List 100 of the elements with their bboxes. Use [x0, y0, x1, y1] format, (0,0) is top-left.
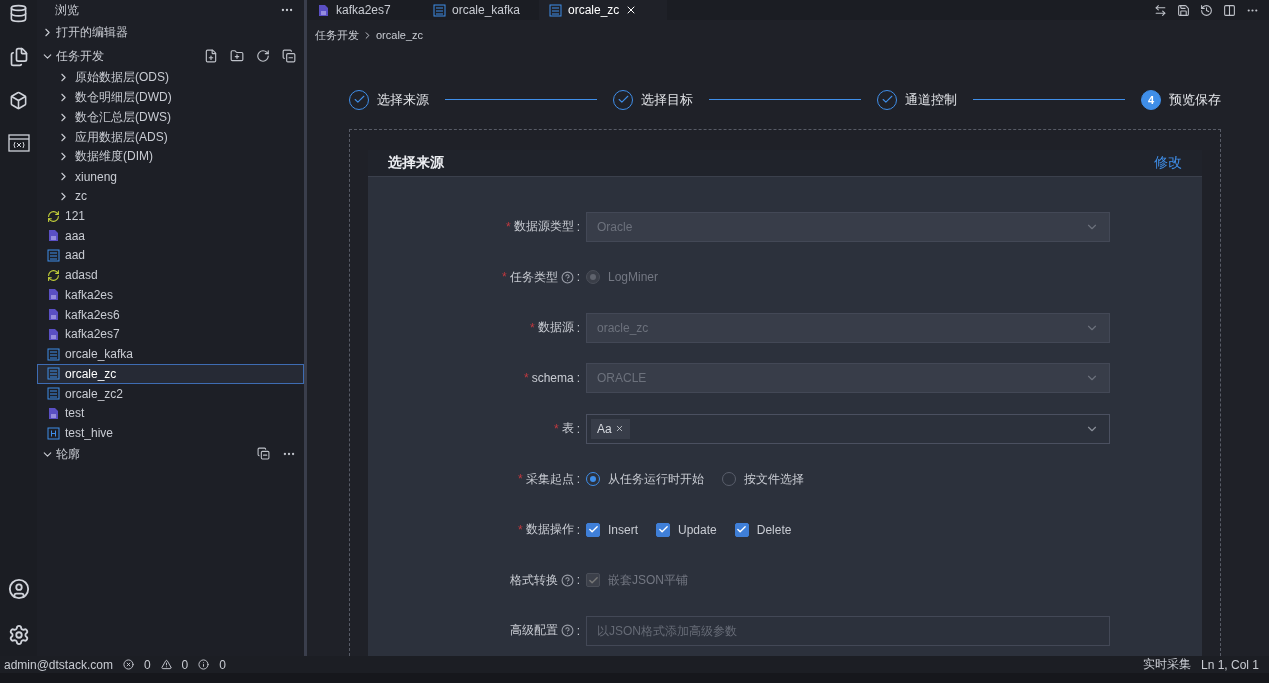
required-mark: *: [518, 472, 523, 487]
field-label: 格式转换: [509, 571, 558, 589]
tree-item[interactable]: orcale_kafka: [37, 344, 304, 364]
file-icon: [47, 367, 60, 381]
help-icon[interactable]: [560, 573, 574, 587]
settings-icon[interactable]: [7, 624, 30, 646]
radio-icon[interactable]: [586, 472, 600, 487]
remove-icon[interactable]: [614, 424, 624, 434]
checkbox-icon[interactable]: [586, 522, 600, 537]
field-label: 表: [561, 420, 574, 438]
tree-item[interactable]: adasd: [37, 265, 304, 286]
required-mark: *: [506, 219, 511, 234]
field-label: 任务类型: [509, 268, 558, 286]
file-icon: [317, 3, 330, 17]
step-indicator: 4: [1141, 89, 1161, 110]
step-label: 选择目标: [641, 90, 693, 109]
save-icon[interactable]: [1177, 3, 1190, 17]
tree-item[interactable]: 121: [37, 206, 304, 226]
label-colon: :: [576, 623, 580, 638]
tree-item[interactable]: kafka2es6: [37, 304, 304, 325]
label-colon: :: [576, 219, 580, 234]
step-label: 选择来源: [377, 90, 429, 109]
tree-item[interactable]: test_hive: [37, 423, 304, 443]
checkbox-icon[interactable]: [656, 522, 670, 537]
required-mark: *: [523, 371, 529, 386]
info-icon[interactable]: [198, 659, 210, 670]
checkbox-option[interactable]: Insert: [586, 522, 638, 537]
label-colon: :: [576, 320, 580, 335]
tree-item[interactable]: 原始数据层(ODS): [37, 68, 304, 88]
info-count: 0: [219, 657, 226, 672]
user-email: admin@dtstack.com: [4, 657, 113, 672]
tree-item[interactable]: 应用数据层(ADS): [37, 127, 304, 147]
file-icon: [47, 248, 60, 262]
radio-option[interactable]: 从任务运行时开始: [586, 470, 704, 488]
radio-option[interactable]: 按文件选择: [722, 470, 804, 488]
cursor-position: Ln 1, Col 1: [1200, 657, 1259, 672]
label-colon: :: [576, 270, 580, 285]
split-icon[interactable]: [1223, 3, 1236, 17]
error-icon[interactable]: [122, 659, 134, 670]
label-colon: :: [576, 371, 580, 386]
select-field[interactable]: Aa: [586, 413, 1110, 444]
database-icon[interactable]: [9, 4, 28, 23]
mode-label: 实时采集: [1142, 656, 1191, 673]
breadcrumb-item[interactable]: orcale_zc: [376, 29, 424, 41]
breadcrumb-item[interactable]: 任务开发: [315, 27, 359, 43]
checkbox-option[interactable]: Delete: [734, 522, 792, 537]
tree-item[interactable]: kafka2es7: [37, 324, 304, 345]
checkbox-icon[interactable]: [734, 522, 749, 537]
new-file-icon[interactable]: [204, 49, 218, 63]
required-mark: *: [502, 270, 507, 285]
label-colon: :: [576, 573, 580, 588]
cube-icon[interactable]: [9, 91, 28, 110]
required-mark: *: [554, 421, 559, 436]
step-label: 预览保存: [1169, 90, 1221, 109]
field-label: 数据源类型: [513, 218, 574, 236]
compare-icon[interactable]: [1154, 3, 1167, 17]
section-title[interactable]: 打开的编辑器: [56, 23, 128, 41]
collapse-icon[interactable]: [282, 49, 296, 63]
warning-icon[interactable]: [160, 659, 172, 670]
card-header: 选择来源 修改: [368, 150, 1202, 177]
tree-item[interactable]: orcale_zc2: [37, 383, 304, 404]
help-icon[interactable]: [560, 624, 574, 638]
tag: Aa: [591, 418, 630, 439]
section-title[interactable]: 任务开发: [56, 47, 104, 65]
history-icon[interactable]: [1200, 3, 1213, 17]
checkbox-option[interactable]: Update: [656, 522, 717, 537]
file-icon: [47, 288, 60, 302]
sidebar-title: 浏览: [55, 1, 79, 19]
sync-icon: [47, 209, 60, 223]
tree-item[interactable]: aaa: [37, 225, 304, 246]
variable-icon[interactable]: [7, 134, 30, 152]
file-icon: [47, 308, 60, 322]
label-colon: :: [576, 472, 580, 487]
new-folder-icon[interactable]: [230, 49, 244, 63]
tree-item[interactable]: 数仓汇总层(DWS): [37, 107, 304, 128]
file-icon: [47, 327, 60, 341]
tree-item[interactable]: kafka2es: [37, 285, 304, 305]
files-icon[interactable]: [8, 47, 29, 67]
edit-link[interactable]: 修改: [1154, 153, 1182, 172]
collapse-icon[interactable]: [257, 447, 270, 460]
file-icon: [47, 387, 60, 401]
refresh-icon[interactable]: [256, 49, 270, 63]
file-icon: [47, 347, 60, 361]
file-icon: [47, 406, 60, 420]
step-label: 通道控制: [905, 90, 957, 109]
field-label: schema: [531, 371, 574, 386]
label-colon: :: [576, 421, 580, 436]
tree-item[interactable]: aad: [37, 245, 304, 266]
tree-item[interactable]: 数仓明细层(DWD): [37, 87, 304, 108]
editor-tab[interactable]: orcale_zc: [539, 0, 667, 20]
tree-item[interactable]: 数据维度(DIM): [37, 146, 304, 167]
help-icon[interactable]: [560, 270, 574, 284]
account-icon[interactable]: [7, 578, 30, 600]
section-title[interactable]: 轮廓: [56, 445, 80, 463]
field-label: 数据源: [537, 319, 574, 337]
tree-item[interactable]: orcale_zc: [37, 364, 304, 384]
tree-item[interactable]: test: [37, 403, 304, 424]
tree-item[interactable]: xiuneng: [37, 166, 304, 187]
radio-icon[interactable]: [722, 472, 736, 487]
tree-item[interactable]: zc: [37, 186, 304, 207]
